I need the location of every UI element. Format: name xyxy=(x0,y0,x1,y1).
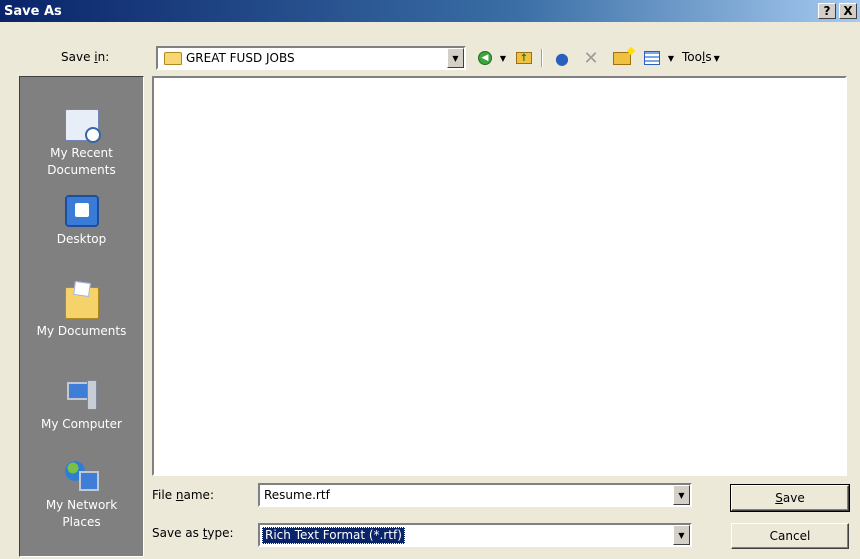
views-icon xyxy=(644,51,660,65)
place-desktop[interactable]: Desktop xyxy=(20,195,143,248)
places-bar: My Recent Documents Desktop My Documents… xyxy=(19,76,144,557)
views-dropdown[interactable]: ▼ xyxy=(665,47,677,69)
place-label-line1: My Computer xyxy=(41,417,122,431)
place-label-line1: Desktop xyxy=(56,232,107,246)
create-new-folder-button[interactable] xyxy=(610,47,634,69)
save-as-type-label: Save as type: xyxy=(152,526,234,540)
desktop-icon xyxy=(64,195,99,227)
my-documents-icon xyxy=(64,287,99,319)
file-name-label-accel: n xyxy=(175,488,184,502)
recent-documents-icon xyxy=(64,109,101,143)
up-folder-icon: ↑ xyxy=(516,52,532,64)
place-label-line1: My Documents xyxy=(36,324,127,338)
views-button[interactable] xyxy=(641,47,663,69)
save-as-type-label-post: ype: xyxy=(207,526,234,540)
place-label-line1: My Network xyxy=(45,498,118,512)
save-as-type-dropdown-arrow[interactable]: ▼ xyxy=(673,525,690,545)
file-name-value: Resume.rtf xyxy=(264,488,330,502)
delete-button[interactable]: ✕ xyxy=(580,47,602,69)
place-my-computer[interactable]: My Computer xyxy=(20,380,143,433)
search-web-icon: ● xyxy=(555,48,569,68)
folder-icon xyxy=(164,51,182,65)
help-button[interactable]: ? xyxy=(818,3,836,19)
save-label-accel: S xyxy=(775,491,783,505)
chevron-down-icon: ▼ xyxy=(667,53,675,63)
tools-label-pre: Too xyxy=(682,50,702,64)
delete-icon: ✕ xyxy=(583,47,599,69)
save-as-type-dropdown[interactable]: Rich Text Format (*.rtf) ▼ xyxy=(258,523,692,547)
save-label-rest: ave xyxy=(782,491,805,505)
title-bar: Save As ? X xyxy=(0,0,860,22)
tools-label-post: s xyxy=(705,50,712,64)
save-as-dialog: Save As ? X Save in: GREAT FUSD JOBS ▼ ◀… xyxy=(0,0,860,559)
file-list-view[interactable] xyxy=(152,76,847,476)
toolbar-separator xyxy=(541,49,543,67)
file-name-input[interactable]: Resume.rtf ▼ xyxy=(258,483,692,507)
save-button[interactable]: Save xyxy=(730,484,850,512)
file-name-label: File name: xyxy=(152,488,214,502)
save-in-dropdown-arrow[interactable]: ▼ xyxy=(447,48,464,68)
place-my-recent-documents[interactable]: My Recent Documents xyxy=(20,109,143,179)
file-name-dropdown-arrow[interactable]: ▼ xyxy=(673,485,690,505)
tools-menu[interactable]: Tools ▼ xyxy=(682,50,720,64)
back-arrow-icon: ◀ xyxy=(478,51,492,65)
my-computer-icon xyxy=(66,380,97,412)
save-in-label-pre: Save xyxy=(61,50,95,64)
my-network-places-icon xyxy=(64,461,99,493)
place-label-line1: My Recent xyxy=(50,146,113,160)
window-title: Save As xyxy=(4,3,62,19)
place-label-line2: Documents xyxy=(47,163,116,177)
save-in-value: GREAT FUSD JOBS xyxy=(186,51,295,65)
up-one-level-button[interactable]: ↑ xyxy=(513,47,535,69)
save-in-label: Save in: xyxy=(61,50,109,64)
back-button[interactable]: ◀ xyxy=(474,47,496,69)
save-in-label-post: n: xyxy=(97,50,110,64)
file-name-label-pre: File xyxy=(152,488,176,502)
place-my-network-places[interactable]: My Network Places xyxy=(20,461,143,531)
place-my-documents[interactable]: My Documents xyxy=(20,287,143,340)
chevron-down-icon: ▼ xyxy=(713,54,720,63)
close-button[interactable]: X xyxy=(839,3,857,19)
save-as-type-value: Rich Text Format (*.rtf) xyxy=(262,526,405,544)
save-in-dropdown[interactable]: GREAT FUSD JOBS ▼ xyxy=(156,46,466,70)
search-web-button[interactable]: ● xyxy=(550,47,574,69)
file-name-label-post: ame: xyxy=(183,488,214,502)
new-folder-icon xyxy=(613,51,631,65)
place-label-line2: Places xyxy=(62,515,101,529)
back-history-dropdown[interactable]: ▼ xyxy=(497,47,509,69)
save-as-type-label-pre: Save as xyxy=(152,526,203,540)
cancel-button[interactable]: Cancel xyxy=(731,523,849,549)
chevron-down-icon: ▼ xyxy=(499,53,507,63)
